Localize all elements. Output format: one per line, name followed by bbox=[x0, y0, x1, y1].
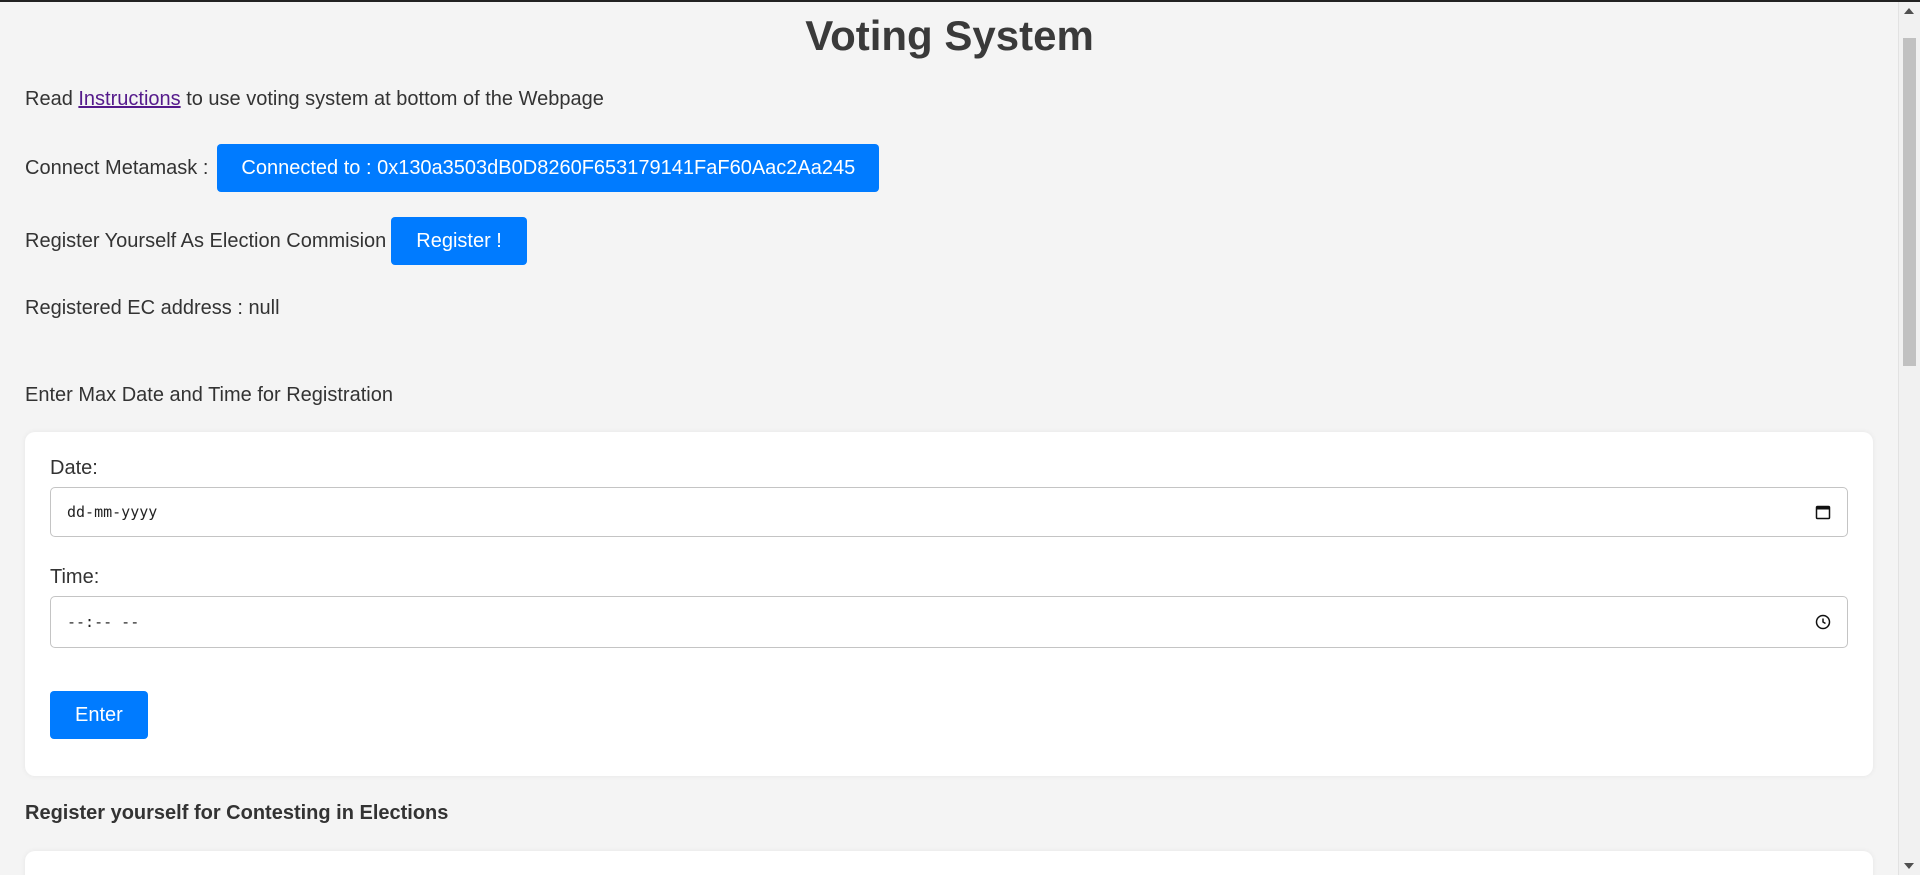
time-label: Time: bbox=[50, 566, 100, 588]
registration-deadline-card: Date: dd-mm-yyyy Time: --:-- -- Enter bbox=[25, 432, 1873, 776]
contest-card bbox=[25, 851, 1873, 875]
instructions-line: Read Instructions to use voting system a… bbox=[25, 88, 604, 111]
scroll-down-arrow-icon[interactable] bbox=[1904, 863, 1914, 869]
registration-deadline-heading-text: Enter Max Date and Time for Registration bbox=[25, 384, 393, 406]
vertical-scrollbar[interactable] bbox=[1898, 2, 1920, 875]
enter-button[interactable]: Enter bbox=[50, 691, 148, 739]
instructions-suffix: to use voting system at bottom of the We… bbox=[180, 88, 604, 110]
calendar-icon[interactable] bbox=[1815, 504, 1831, 520]
ec-register-label: Register Yourself As Election Commision bbox=[25, 229, 387, 252]
scroll-thumb[interactable] bbox=[1903, 38, 1916, 366]
ec-register-button[interactable]: Register ! bbox=[391, 217, 527, 265]
ec-address-text: Registered EC address : null bbox=[25, 297, 280, 319]
contest-section-heading: Register yourself for Contesting in Elec… bbox=[25, 802, 449, 824]
metamask-connect-button[interactable]: Connected to : 0x130a3503dB0D8260F653179… bbox=[217, 144, 880, 192]
time-input-placeholder: --:-- -- bbox=[67, 613, 140, 631]
instructions-prefix: Read bbox=[25, 88, 79, 110]
main-content: Voting System Read Instructions to use v… bbox=[0, 2, 1899, 875]
scroll-up-arrow-icon[interactable] bbox=[1904, 8, 1914, 14]
date-input[interactable]: dd-mm-yyyy bbox=[50, 487, 1848, 537]
metamask-row: Connect Metamask : Connected to : 0x130a… bbox=[25, 144, 880, 192]
metamask-label: Connect Metamask : bbox=[25, 156, 209, 179]
ec-register-row: Register Yourself As Election Commision … bbox=[25, 217, 527, 265]
instructions-link[interactable]: Instructions bbox=[78, 88, 180, 111]
page: Voting System Read Instructions to use v… bbox=[0, 0, 1920, 875]
clock-icon[interactable] bbox=[1815, 614, 1831, 630]
page-title: Voting System bbox=[805, 12, 1094, 59]
date-label: Date: bbox=[50, 457, 98, 479]
ec-address-row: Registered EC address : null bbox=[25, 297, 280, 320]
time-input[interactable]: --:-- -- bbox=[50, 596, 1848, 648]
registration-deadline-heading: Enter Max Date and Time for Registration bbox=[25, 384, 393, 407]
date-input-placeholder: dd-mm-yyyy bbox=[67, 503, 158, 521]
